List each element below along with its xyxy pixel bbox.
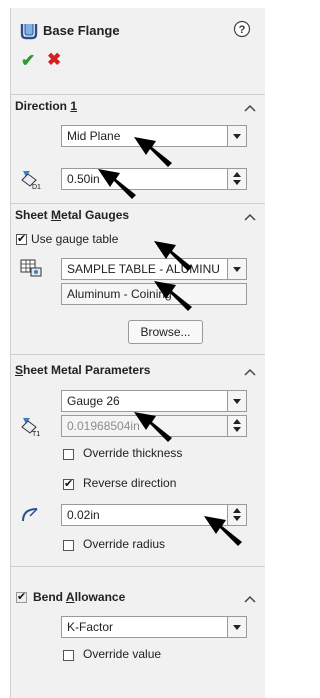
bend-allowance-type-dropdown[interactable]: K-Factor	[61, 616, 247, 638]
spinner-icon[interactable]	[227, 169, 246, 189]
collapse-chevron-icon[interactable]	[243, 367, 257, 377]
section-title-bend-allowance[interactable]: Bend Allowance	[33, 590, 125, 604]
collapse-chevron-icon[interactable]	[243, 103, 257, 113]
section-title-sheet-metal-parameters[interactable]: Sheet Metal Parameters	[15, 363, 150, 377]
override-radius-label: Override radius	[83, 537, 166, 551]
end-condition-value: Mid Plane	[67, 129, 121, 143]
gauge-value: Gauge 26	[67, 394, 120, 408]
chevron-down-icon[interactable]	[227, 391, 246, 411]
chevron-down-icon[interactable]	[227, 259, 246, 279]
override-value-checkbox[interactable]	[63, 650, 74, 661]
browse-button[interactable]: Browse...	[128, 320, 203, 344]
base-flange-icon	[20, 24, 38, 40]
cancel-button[interactable]: ✖	[47, 50, 61, 70]
thickness-value: 0.01968504in	[67, 419, 140, 433]
depth-icon: D1	[21, 171, 41, 190]
section-title-direction-1[interactable]: Direction 1	[15, 99, 77, 113]
end-condition-dropdown[interactable]: Mid Plane	[61, 125, 247, 147]
override-thickness-checkbox[interactable]	[63, 449, 74, 460]
bend-allowance-checkbox[interactable]	[16, 590, 27, 603]
chevron-down-icon[interactable]	[227, 126, 246, 146]
gauge-table-dropdown[interactable]: SAMPLE TABLE - ALUMINU	[61, 258, 247, 280]
use-gauge-table-label: Use gauge table	[31, 232, 119, 246]
depth-value: 0.50in	[67, 172, 100, 186]
bend-radius-input[interactable]: 0.02in	[61, 504, 247, 526]
gauge-material-field: Aluminum - Coining	[61, 283, 247, 305]
feature-title: Base Flange	[43, 23, 120, 38]
spinner-icon[interactable]	[227, 505, 246, 525]
spinner-icon	[227, 416, 246, 436]
svg-text:?: ?	[239, 24, 246, 36]
reverse-direction-checkbox[interactable]	[63, 477, 74, 490]
ok-button[interactable]: ✔	[21, 51, 35, 71]
gauge-dropdown[interactable]: Gauge 26	[61, 390, 247, 412]
chevron-down-icon[interactable]	[227, 617, 246, 637]
override-radius-checkbox[interactable]	[63, 540, 74, 551]
gauge-table-icon	[20, 259, 42, 277]
depth-input[interactable]: 0.50in	[61, 168, 247, 190]
override-thickness-label: Override thickness	[83, 446, 183, 460]
divider	[11, 94, 265, 95]
thickness-input: 0.01968504in	[61, 415, 247, 437]
collapse-chevron-icon[interactable]	[243, 594, 257, 604]
svg-text:D1: D1	[32, 184, 41, 190]
thickness-icon: T1	[21, 418, 40, 437]
gauge-table-value: SAMPLE TABLE - ALUMINU	[67, 262, 220, 276]
collapse-chevron-icon[interactable]	[243, 212, 257, 222]
section-title-sheet-metal-gauges[interactable]: Sheet Metal Gauges	[15, 208, 129, 222]
reverse-direction-label: Reverse direction	[83, 476, 177, 490]
divider	[11, 354, 265, 355]
divider	[11, 566, 265, 567]
help-icon[interactable]: ?	[233, 20, 251, 38]
use-gauge-table-checkbox[interactable]	[16, 232, 27, 245]
override-value-label: Override value	[83, 647, 162, 661]
bend-radius-value: 0.02in	[67, 508, 100, 522]
bend-radius-icon	[22, 508, 38, 522]
bend-allowance-type-value: K-Factor	[67, 620, 114, 634]
property-manager-panel: Base Flange ? ✔ ✖ Direction 1 Mid Plane …	[10, 8, 265, 698]
divider	[11, 203, 265, 204]
svg-text:T1: T1	[32, 431, 40, 437]
